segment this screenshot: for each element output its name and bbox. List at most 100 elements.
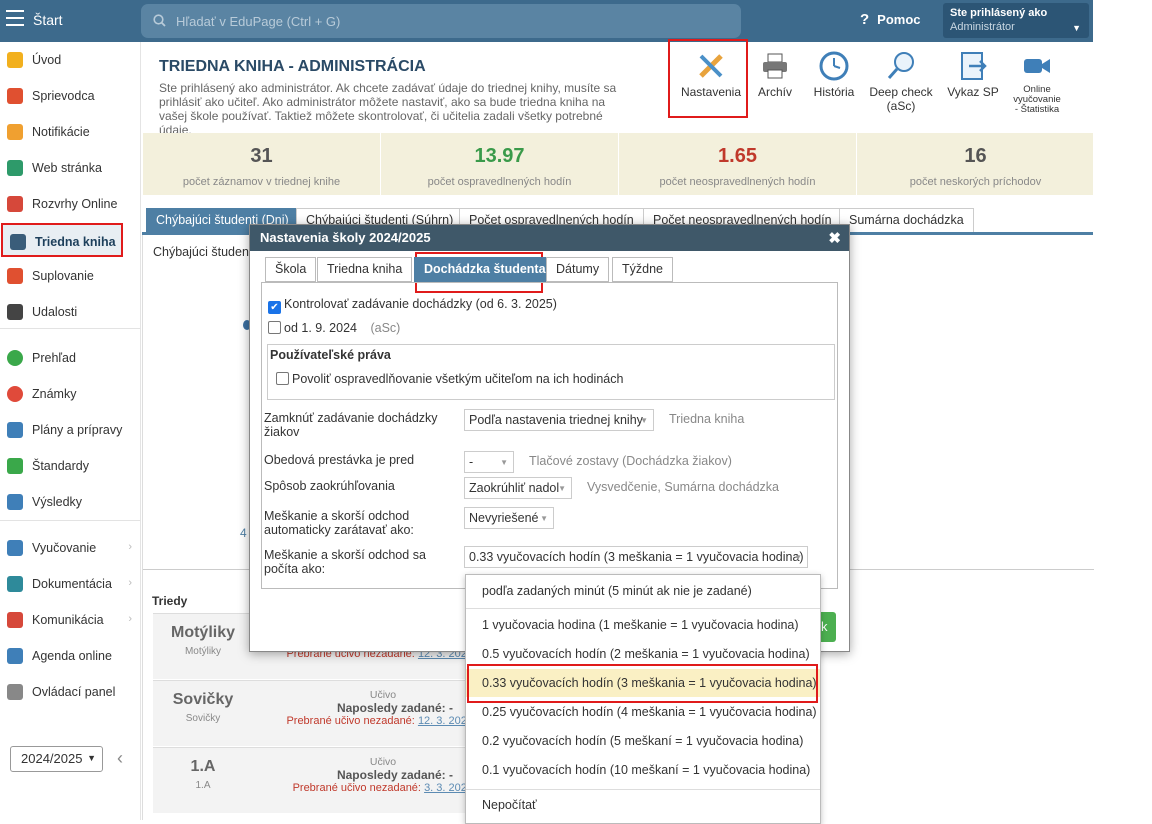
sidebar-item-úvod[interactable]: Úvod bbox=[0, 43, 140, 77]
tool-magnifier-button[interactable]: Deep check (aSc) bbox=[866, 50, 936, 113]
stat-value: 16 bbox=[964, 145, 987, 167]
field-label: Obedová prestávka je pred bbox=[264, 453, 415, 467]
field-select[interactable]: Podľa nastavenia triednej knihy ▼ bbox=[464, 409, 654, 431]
sidebar-item-agenda-online[interactable]: Agenda online bbox=[0, 639, 140, 673]
ospravedlnovanie-row[interactable]: Povoliť ospravedlňovanie všetkým učiteľo… bbox=[276, 372, 623, 386]
naposledy-zadane: Naposledy zadané: - bbox=[336, 768, 453, 782]
sidebar-item-dokumentácia[interactable]: Dokumentácia › bbox=[0, 567, 140, 601]
sidebar-item-štandardy[interactable]: Štandardy bbox=[0, 449, 140, 483]
kontrolovat-checkbox[interactable]: ✔ bbox=[268, 301, 281, 314]
check-od-row[interactable]: od 1. 9. 2024 (aSc) bbox=[268, 321, 400, 335]
sidebar-item-ovládací-panel[interactable]: Ovládací panel bbox=[0, 675, 140, 709]
dialog-tab-5[interactable]: Týždne bbox=[612, 257, 673, 282]
dropdown-divider bbox=[466, 608, 820, 609]
dialog-tab-1[interactable]: Škola bbox=[265, 257, 317, 282]
dropdown-option[interactable]: 0.1 vyučovacích hodín (10 meškaní = 1 vy… bbox=[466, 756, 820, 784]
dialog-title: Nastavenia školy 2024/2025 bbox=[260, 230, 431, 245]
chevron-right-icon: › bbox=[128, 577, 132, 589]
stat-label: počet neospravedlnených hodín bbox=[659, 176, 816, 188]
dropdown-option[interactable]: 1 vyučovacia hodina (1 meškanie = 1 vyuč… bbox=[466, 611, 820, 639]
dropdown-option[interactable]: Nepočítať bbox=[466, 791, 820, 819]
sidebar-item-plány-a-prípravy[interactable]: Plány a prípravy bbox=[0, 413, 140, 447]
od-hint: (aSc) bbox=[370, 321, 401, 335]
sidebar-item-výsledky[interactable]: Výsledky bbox=[0, 485, 140, 519]
chevron-down-icon: ▼ bbox=[87, 753, 96, 763]
start-link[interactable]: Štart bbox=[33, 12, 63, 28]
question-icon: ? bbox=[860, 11, 870, 28]
prebrane-label: Prebrané učivo nezadané: bbox=[286, 715, 415, 727]
user-menu[interactable]: Ste prihlásený ako Administrátor ▼ bbox=[943, 3, 1089, 38]
tool-clock-button[interactable]: História bbox=[812, 50, 856, 99]
check-kontrolovat-row[interactable]: ✔ Kontrolovať zadávanie dochádzky (od 6. … bbox=[268, 297, 557, 314]
search-placeholder: Hľadať v EduPage (Ctrl + G) bbox=[176, 14, 341, 29]
class-row[interactable]: 1.A 1.A Učivo Naposledy zadané: - Prebrané u… bbox=[153, 747, 473, 813]
sidebar-item-label: Web stránka bbox=[32, 161, 102, 175]
chevron-down-icon: ▼ bbox=[794, 553, 802, 562]
dialog-body: ✔ Kontrolovať zadávanie dochádzky (od 6. … bbox=[261, 282, 838, 589]
sidebar-item-web-stránka[interactable]: Web stránka bbox=[0, 151, 140, 185]
field-select[interactable]: Zaokrúhliť nadol ▼ bbox=[464, 477, 572, 499]
class-sub: Motýliky bbox=[184, 646, 222, 657]
calendar-grid-icon bbox=[7, 196, 23, 212]
chevron-right-icon: › bbox=[128, 613, 132, 625]
sidebar-item-label: Prehľad bbox=[32, 351, 76, 365]
stat-value: 13.97 bbox=[474, 145, 525, 167]
clock-icon bbox=[818, 50, 850, 82]
dropdown-option[interactable]: 0.2 vyučovacích hodín (5 meškaní = 1 vyu… bbox=[466, 727, 820, 755]
sidebar-item-udalosti[interactable]: Udalosti bbox=[0, 295, 140, 329]
year-value: 2024/2025 bbox=[21, 751, 83, 766]
sidebar-item-triedna-kniha[interactable]: Triedna kniha bbox=[1, 223, 123, 257]
sidebar-item-známky[interactable]: Známky bbox=[0, 377, 140, 411]
select-value: Podľa nastavenia triednej knihy bbox=[469, 413, 643, 427]
field-select[interactable]: Nevyriešené ▼ bbox=[464, 507, 554, 529]
stat-label: počet záznamov v triednej knihe bbox=[182, 176, 341, 188]
close-icon[interactable]: ✖ bbox=[828, 229, 841, 247]
sidebar-item-label: Úvod bbox=[32, 53, 62, 67]
ucivo-label: Učivo bbox=[369, 756, 397, 768]
year-select[interactable]: 2024/2025 ▼ bbox=[10, 746, 103, 772]
dialog-tab-2[interactable]: Triedna kniha bbox=[317, 257, 413, 282]
top-bar: Štart Hľadať v EduPage (Ctrl + G) ? Pomoc… bbox=[0, 0, 1152, 42]
star-icon bbox=[7, 52, 23, 68]
class-row[interactable]: Sovičky Sovičky Učivo Naposledy zadané: - Pr… bbox=[153, 680, 473, 746]
bar-chart-icon bbox=[7, 494, 23, 510]
stat-card: 13.97 počet ospravedlnených hodín bbox=[380, 133, 618, 195]
sidebar-item-label: Komunikácia bbox=[32, 613, 104, 627]
sidebar: Úvod Sprievodca Notifikácie Web stránka Rozv… bbox=[0, 42, 141, 820]
od-label: od 1. 9. 2024 bbox=[284, 321, 357, 335]
class-name: Sovičky bbox=[172, 691, 234, 708]
sidebar-item-komunikácia[interactable]: Komunikácia › bbox=[0, 603, 140, 637]
magnifier-icon bbox=[885, 50, 917, 82]
sidebar-item-notifikácie[interactable]: Notifikácie bbox=[0, 115, 140, 149]
tool-label: Online vyučovanie - Štatistika bbox=[1013, 84, 1061, 115]
tab-5[interactable]: Sumárna dochádzka bbox=[839, 208, 974, 232]
stats-bar: 31 počet záznamov v triednej knihe 13.97 po… bbox=[142, 133, 1093, 195]
help-button[interactable]: ? Pomoc bbox=[860, 11, 921, 28]
tool-export-button[interactable]: Vykaz SP bbox=[944, 50, 1002, 99]
dropdown-divider bbox=[466, 789, 820, 790]
field-select[interactable]: - ▼ bbox=[464, 451, 514, 473]
search-input[interactable]: Hľadať v EduPage (Ctrl + G) bbox=[141, 4, 741, 38]
dialog-tab-3[interactable]: Dochádzka študenta bbox=[414, 257, 556, 282]
ospravedlnovanie-checkbox[interactable] bbox=[276, 372, 289, 385]
od-checkbox[interactable] bbox=[268, 321, 281, 334]
user-role: Administrátor bbox=[950, 21, 1015, 33]
sidebar-item-prehľad[interactable]: Prehľad bbox=[0, 341, 140, 375]
sidebar-item-rozvrhy-online[interactable]: Rozvrhy Online bbox=[0, 187, 140, 221]
sidebar-item-suplovanie[interactable]: Suplovanie bbox=[0, 259, 140, 293]
shield-check-icon bbox=[7, 458, 23, 474]
tool-printer-button[interactable]: Archív bbox=[757, 50, 793, 99]
field-hint: Vysvedčenie, Sumárna dochádzka bbox=[587, 480, 780, 494]
sidebar-item-sprievodca[interactable]: Sprievodca bbox=[0, 79, 140, 113]
field-select[interactable]: 0.33 vyučovacích hodín (3 meškania = 1 v… bbox=[464, 546, 808, 568]
dropdown-option[interactable]: podľa zadaných minút (5 minút ak nie je … bbox=[466, 577, 820, 605]
sidebar-divider bbox=[0, 328, 141, 329]
stat-card: 31 počet záznamov v triednej knihe bbox=[142, 133, 380, 195]
hamburger-menu-icon[interactable] bbox=[6, 10, 24, 26]
tool-video-button[interactable]: Online vyučovanie - Štatistika bbox=[1012, 50, 1062, 115]
sidebar-item-vyučovanie[interactable]: Vyučovanie › bbox=[0, 531, 140, 565]
dialog-tab-4[interactable]: Dátumy bbox=[546, 257, 610, 282]
document-icon bbox=[7, 576, 23, 592]
collapse-sidebar-icon[interactable]: ‹ bbox=[117, 748, 123, 769]
stat-card: 16 počet neskorých príchodov bbox=[856, 133, 1094, 195]
